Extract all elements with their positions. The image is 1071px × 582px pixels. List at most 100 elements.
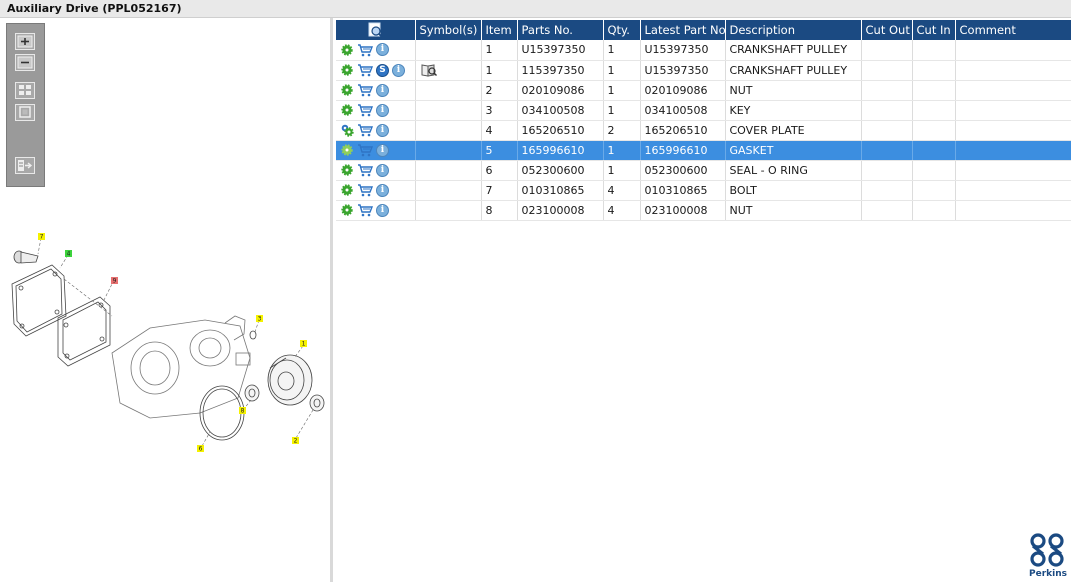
row-actions: i [336,100,416,121]
row-actions: i [336,40,416,61]
gear-icon[interactable] [340,83,354,97]
table-row[interactable]: i 7 010310865 4 010310865 BOLT [336,180,1071,201]
info-icon[interactable]: i [376,123,389,137]
cell-latest-part-no: U15397350 [640,40,726,61]
column-header-cut-in[interactable]: Cut In [912,20,956,40]
cell-qty: 1 [603,160,641,181]
gear-icon[interactable] [340,43,354,57]
cell-cut-in [912,120,956,141]
add-to-cart-icon[interactable] [357,163,374,177]
cell-comment [955,60,1071,81]
export-button[interactable] [15,157,35,174]
gears-icon[interactable] [340,123,354,137]
column-header-comment[interactable]: Comment [955,20,1071,40]
cell-parts-no: 115397350 [517,60,604,81]
info-icon[interactable]: i [376,183,389,197]
cell-cut-out [861,60,913,81]
cell-description: SEAL - O RING [725,160,862,181]
info-icon[interactable]: i [376,163,389,177]
add-to-cart-icon[interactable] [357,103,374,117]
info-icon[interactable]: i [376,203,389,217]
table-row[interactable]: i 3 034100508 1 034100508 KEY [336,100,1071,121]
cell-item: 4 [481,120,518,141]
info-icon[interactable]: i [376,103,389,117]
column-header-latest-part-no[interactable]: Latest Part No. [640,20,726,40]
table-row[interactable]: i 2 020109086 1 020109086 NUT [336,80,1071,101]
info-icon[interactable]: i [376,43,389,57]
table-row[interactable]: i 1 U15397350 1 U15397350 CRANKSHAFT PUL… [336,40,1071,61]
cell-symbols [415,140,482,161]
table-row[interactable]: i 5 165996610 1 165996610 GASKET [336,140,1071,161]
row-actions: i [336,180,416,201]
cell-cut-in [912,60,956,81]
add-to-cart-icon[interactable] [357,183,374,197]
column-header-cut-out[interactable]: Cut Out [861,20,913,40]
cell-qty: 1 [603,60,641,81]
callout-3-label: 3 [258,316,262,323]
cell-description: NUT [725,200,862,221]
cell-latest-part-no: 165996610 [640,140,726,161]
o-ring-part[interactable] [199,385,245,441]
nut-2-part[interactable] [309,394,325,412]
zoom-out-icon [17,56,33,69]
column-header-actions[interactable] [336,20,416,40]
zoom-in-icon [17,35,33,48]
row-actions: i [336,80,416,101]
cell-item: 7 [481,180,518,201]
leader-lines [37,237,314,447]
info-icon[interactable]: i [376,83,389,97]
column-header-description[interactable]: Description [725,20,862,40]
cell-comment [955,120,1071,141]
cell-latest-part-no: 023100008 [640,200,726,221]
info-icon[interactable]: i [376,143,389,157]
gear-icon[interactable] [340,143,354,157]
zoom-out-button[interactable] [15,54,35,71]
column-header-qty[interactable]: Qty. [603,20,641,40]
add-to-cart-icon[interactable] [357,43,374,57]
cell-comment [955,180,1071,201]
key-part[interactable] [249,330,257,340]
add-to-cart-icon[interactable] [357,123,374,137]
cell-item: 5 [481,140,518,161]
gear-icon[interactable] [340,103,354,117]
cell-comment [955,200,1071,221]
drive-housing-part[interactable] [111,315,251,419]
add-to-cart-icon[interactable] [357,63,374,77]
nut-8-part[interactable] [244,384,260,402]
gear-icon[interactable] [340,203,354,217]
cell-qty: 1 [603,140,641,161]
fit-grid-icon [19,85,31,95]
column-header-item[interactable]: Item [481,20,518,40]
column-header-symbols[interactable]: Symbol(s) [415,20,482,40]
add-to-cart-icon[interactable] [357,203,374,217]
callout-9-label: 9 [113,278,117,285]
zoom-in-button[interactable] [15,33,35,50]
service-info-icon[interactable]: S [376,63,389,77]
fit-grid-button[interactable] [15,82,35,99]
export-icon [18,160,33,171]
table-row[interactable]: i 8 023100008 4 023100008 NUT [336,200,1071,221]
add-to-cart-icon[interactable] [357,143,374,157]
fit-window-button[interactable] [15,104,35,121]
crankshaft-pulley-part[interactable] [267,354,313,406]
exploded-parts-diagram[interactable]: 7 4 9 3 1 8 6 2 [0,208,333,468]
cell-parts-no: 020109086 [517,80,604,101]
column-header-parts-no[interactable]: Parts No. [517,20,604,40]
gear-icon[interactable] [340,163,354,177]
gear-icon[interactable] [340,183,354,197]
cell-cut-out [861,100,913,121]
cell-latest-part-no: U15397350 [640,60,726,81]
info-icon[interactable]: i [392,63,405,77]
cell-item: 3 [481,100,518,121]
add-to-cart-icon[interactable] [357,83,374,97]
book-icon[interactable] [420,63,438,77]
bolt-part[interactable] [13,250,39,264]
table-row[interactable]: i 4 165206510 2 165206510 COVER PLATE [336,120,1071,141]
table-row[interactable]: i 6 052300600 1 052300600 SEAL - O RING [336,160,1071,181]
gear-icon[interactable] [340,63,354,77]
cell-item: 6 [481,160,518,181]
cell-description: BOLT [725,180,862,201]
table-row[interactable]: Si 1 115397350 1 U15397350 CRANKSHAFT PU… [336,60,1071,81]
cell-comment [955,40,1071,61]
row-actions: i [336,120,416,141]
